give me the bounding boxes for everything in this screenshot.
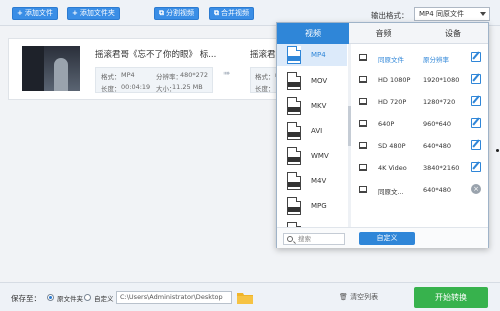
output-path-input[interactable]: C:\Users\Administrator\Desktop <box>116 291 232 304</box>
edit-icon[interactable] <box>471 140 481 150</box>
preset-row[interactable]: HD 1080P 1920*1080 <box>351 69 488 91</box>
search-input[interactable]: 搜索 <box>283 233 345 245</box>
video-file-icon <box>287 147 301 165</box>
preset-row[interactable]: 4K Video 3840*2160 <box>351 157 488 179</box>
video-icon <box>359 54 367 61</box>
format-item-wmv[interactable]: WMV <box>277 145 347 167</box>
format-item-mpg[interactable]: MPG <box>277 195 347 217</box>
edit-icon[interactable] <box>471 96 481 106</box>
format-label: 格式： <box>101 73 121 81</box>
video-file-icon <box>287 197 301 215</box>
merge-video-button[interactable]: ⧉ 合并视频 <box>209 7 254 20</box>
video-file-icon <box>287 97 301 115</box>
search-icon <box>287 236 293 242</box>
size-value: 11.25 MB <box>172 83 203 91</box>
format-item-mp4[interactable]: MP4 <box>277 44 347 66</box>
video-icon <box>359 98 367 105</box>
thumbnail-figure <box>54 58 68 91</box>
popup-footer: 搜索 自定义 <box>277 227 488 248</box>
plus-icon: + <box>17 9 23 17</box>
video-file-icon <box>287 46 301 64</box>
format-item-avi[interactable]: AVI <box>277 120 347 142</box>
video-thumbnail <box>22 46 80 91</box>
resolution-value: 480*272 <box>180 71 209 79</box>
trash-icon: 🗑 <box>339 293 348 301</box>
preset-row[interactable]: HD 720P 1280*720 <box>351 91 488 113</box>
plus-icon: + <box>72 9 78 17</box>
preset-row[interactable]: SD 480P 640*480 <box>351 135 488 157</box>
format-label: 格式： <box>255 73 275 81</box>
format-tabs: 视频 音频 设备 <box>277 23 488 44</box>
video-icon <box>359 164 367 171</box>
merge-icon: ⧉ <box>214 9 219 17</box>
file-title: 摇滚君哥《忘不了你的眼》 标... <box>95 50 217 60</box>
video-file-icon <box>287 122 301 140</box>
resolution-label: 分辨率： <box>156 73 182 81</box>
split-icon: ⧉ <box>159 9 164 17</box>
preset-list: 同原文件 原分辨率 HD 1080P 1920*1080 HD 720P 128… <box>351 44 488 204</box>
duration-label: 长度： <box>101 85 121 93</box>
preset-row[interactable]: 同原文件 原分辨率 <box>351 47 488 69</box>
edit-icon[interactable] <box>471 118 481 128</box>
custom-button[interactable]: 自定义 <box>359 232 415 245</box>
start-convert-button[interactable]: 开始转换 <box>414 287 488 308</box>
video-icon <box>359 120 367 127</box>
format-value: MP4 <box>121 71 135 79</box>
video-icon <box>359 76 367 83</box>
radio-original-folder[interactable] <box>47 294 54 301</box>
radio-custom-folder[interactable] <box>84 294 91 301</box>
format-list: MP4 MOV MKV AVI WMV M4V MPG <box>277 44 349 227</box>
tab-device[interactable]: 设备 <box>418 23 488 44</box>
thumbnail-shadow <box>22 46 44 91</box>
arrow-right-icon: ➠ <box>223 69 231 79</box>
preset-row[interactable]: 640P 960*640 <box>351 113 488 135</box>
chevron-down-icon <box>480 12 486 16</box>
duration-label: 长度： <box>255 85 275 93</box>
bottom-bar: 保存至： 原文件夹 自定义 C:\Users\Administrator\Des… <box>0 282 500 311</box>
format-item-mov[interactable]: MOV <box>277 70 347 92</box>
format-item-mkv[interactable]: MKV <box>277 95 347 117</box>
radio-original-label: 原文件夹 <box>57 295 83 303</box>
video-file-icon <box>287 172 301 190</box>
format-popup: 视频 音频 设备 MP4 MOV MKV AVI WMV M4V MPG 同原文… <box>276 22 489 248</box>
add-file-button[interactable]: + 添加文件 <box>12 7 58 20</box>
folder-icon[interactable] <box>237 292 253 304</box>
duration-value: 00:04:19 <box>121 83 151 91</box>
video-file-icon <box>287 72 301 90</box>
tab-video[interactable]: 视频 <box>277 23 349 44</box>
radio-custom-label: 自定义 <box>94 295 114 303</box>
video-icon <box>359 186 367 193</box>
save-to-label: 保存至： <box>11 294 41 303</box>
output-title: 摇滚君 <box>250 50 276 60</box>
source-meta: 格式： MP4 分辨率： 480*272 长度： 00:04:19 大小： 11… <box>95 67 213 93</box>
video-icon <box>359 142 367 149</box>
split-video-button[interactable]: ⧉ 分割视频 <box>154 7 199 20</box>
output-format-select[interactable]: MP4 同原文件 <box>414 7 490 21</box>
close-icon[interactable]: × <box>471 184 481 194</box>
edit-icon[interactable] <box>471 162 481 172</box>
output-format-label: 输出格式： <box>371 11 409 20</box>
dot-marker <box>496 149 499 152</box>
add-folder-button[interactable]: + 添加文件夹 <box>67 7 120 20</box>
edit-icon[interactable] <box>471 52 481 62</box>
edit-icon[interactable] <box>471 74 481 84</box>
clear-list-button[interactable]: 🗑 清空列表 <box>339 292 378 302</box>
tab-audio[interactable]: 音频 <box>349 23 418 44</box>
format-item-m4v[interactable]: M4V <box>277 170 347 192</box>
preset-row[interactable]: 同原文... 640*480 × <box>351 179 488 201</box>
format-item-more[interactable] <box>277 220 347 227</box>
